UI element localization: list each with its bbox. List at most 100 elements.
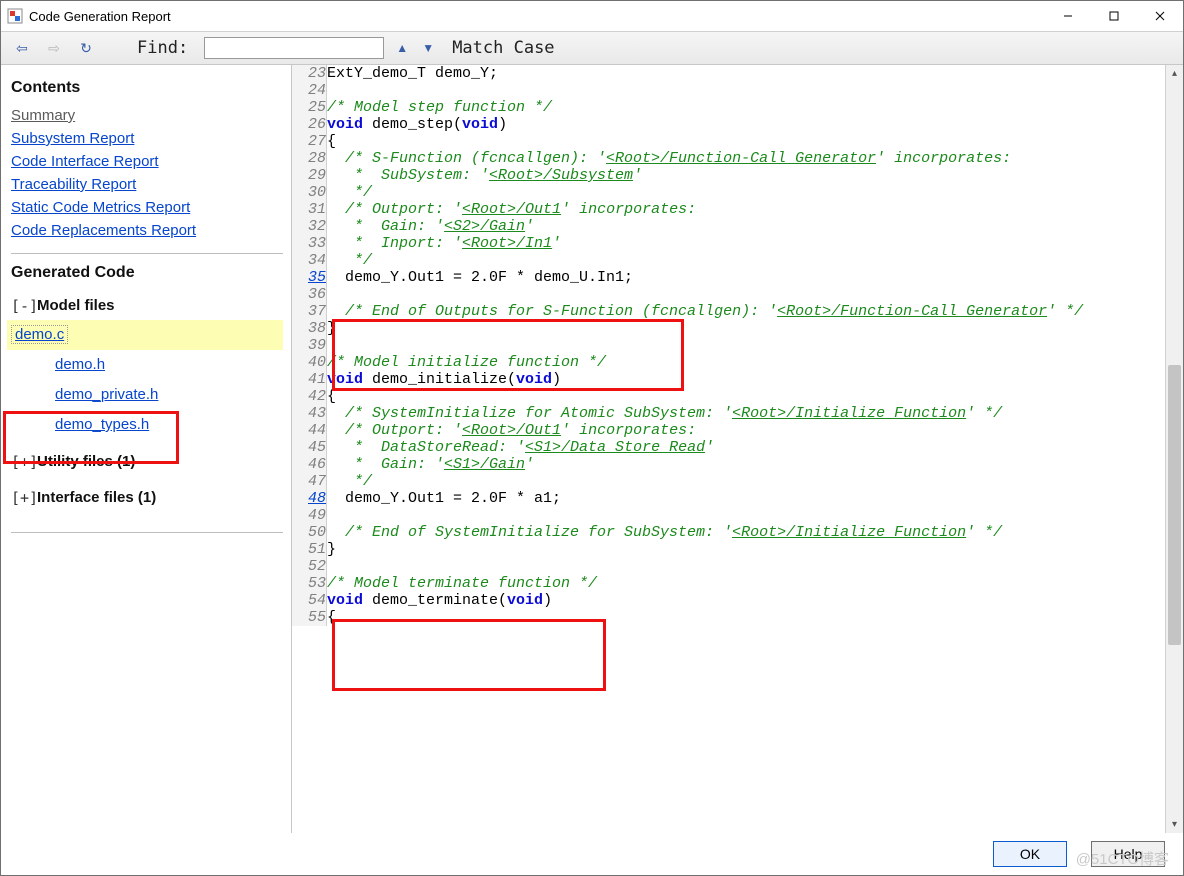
code-text: } (327, 320, 1166, 337)
link-code-interface-report[interactable]: Code Interface Report (11, 153, 159, 170)
code-text: /* End of SystemInitialize for SubSystem… (327, 524, 1166, 541)
line-number: 33 (292, 235, 327, 252)
line-number: 29 (292, 167, 327, 184)
line-number: 30 (292, 184, 327, 201)
line-number: 26 (292, 116, 327, 133)
code-line: 33 * Inport: '<Root>/In1' (292, 235, 1165, 252)
line-number: 25 (292, 99, 327, 116)
code-text: * SubSystem: '<Root>/Subsystem' (327, 167, 1166, 184)
code-text: /* SystemInitialize for Atomic SubSystem… (327, 405, 1166, 422)
tree-toggle-icon[interactable]: [+] (11, 484, 37, 512)
tree-utility-files[interactable]: [+] Utility files (1) (11, 448, 283, 476)
close-button[interactable] (1137, 1, 1183, 31)
code-text (327, 337, 1166, 354)
maximize-button[interactable] (1091, 1, 1137, 31)
file-demo-h[interactable]: demo.h (11, 350, 283, 380)
code-text: { (327, 388, 1166, 405)
help-button[interactable]: Help (1091, 841, 1165, 867)
scroll-thumb[interactable] (1168, 365, 1181, 645)
code-text: */ (327, 473, 1166, 490)
line-number: 45 (292, 439, 327, 456)
line-number: 41 (292, 371, 327, 388)
code-text: /* Outport: '<Root>/Out1' incorporates: (327, 201, 1166, 218)
find-prev-button[interactable]: ▲ (394, 41, 410, 55)
line-number: 52 (292, 558, 327, 575)
code-line: 30 */ (292, 184, 1165, 201)
file-link[interactable]: demo.c (11, 325, 68, 344)
tree-toggle-icon[interactable]: [-] (11, 292, 37, 320)
tree-toggle-icon[interactable]: [+] (11, 448, 37, 476)
tree-interface-files[interactable]: [+] Interface files (1) (11, 484, 283, 512)
code-line: 44 /* Outport: '<Root>/Out1' incorporate… (292, 422, 1165, 439)
button-bar: OK Help @51CTO博客 (1, 833, 1183, 875)
line-number: 53 (292, 575, 327, 592)
code-line: 43 /* SystemInitialize for Atomic SubSys… (292, 405, 1165, 422)
code-text: /* Model step function */ (327, 99, 1166, 116)
line-number: 43 (292, 405, 327, 422)
match-case-toggle[interactable]: Match Case (452, 38, 554, 58)
code-text: } (327, 541, 1166, 558)
code-scroll-area[interactable]: 23ExtY_demo_T demo_Y;2425/* Model step f… (292, 65, 1165, 833)
link-subsystem-report[interactable]: Subsystem Report (11, 130, 134, 147)
file-demo-private-h[interactable]: demo_private.h (11, 380, 283, 410)
code-line: 23ExtY_demo_T demo_Y; (292, 65, 1165, 82)
code-line: 25/* Model step function */ (292, 99, 1165, 116)
code-line: 49 (292, 507, 1165, 524)
line-number: 47 (292, 473, 327, 490)
link-traceability-report[interactable]: Traceability Report (11, 176, 136, 193)
code-line: 42{ (292, 388, 1165, 405)
back-button[interactable]: ⇦ (11, 37, 33, 59)
code-text (327, 507, 1166, 524)
line-number: 23 (292, 65, 327, 82)
code-text: demo_Y.Out1 = 2.0F * demo_U.In1; (327, 269, 1166, 286)
refresh-button[interactable]: ↻ (75, 37, 97, 59)
tree-model-files[interactable]: [-] Model files (11, 292, 283, 320)
code-text (327, 286, 1166, 303)
file-link[interactable]: demo.h (55, 356, 105, 373)
line-number: 54 (292, 592, 327, 609)
code-text: /* Model initialize function */ (327, 354, 1166, 371)
line-number: 51 (292, 541, 327, 558)
line-number[interactable]: 35 (292, 269, 327, 286)
toolbar: ⇦ ⇨ ↻ Find: ▲ ▼ Match Case (1, 32, 1183, 65)
code-text: * Gain: '<S2>/Gain' (327, 218, 1166, 235)
window-title: Code Generation Report (29, 9, 1045, 24)
line-number: 27 (292, 133, 327, 150)
vertical-scrollbar[interactable]: ▴ ▾ (1165, 65, 1183, 833)
code-text (327, 558, 1166, 575)
line-number[interactable]: 48 (292, 490, 327, 507)
link-static-code-metrics-report[interactable]: Static Code Metrics Report (11, 199, 190, 216)
file-demo-c[interactable]: demo.c (7, 320, 283, 350)
code-line: 54void demo_terminate(void) (292, 592, 1165, 609)
file-link[interactable]: demo_types.h (55, 416, 149, 433)
forward-button[interactable]: ⇨ (43, 37, 65, 59)
line-number: 42 (292, 388, 327, 405)
sidebar-divider (11, 532, 283, 533)
code-line: 24 (292, 82, 1165, 99)
link-code-replacements-report[interactable]: Code Replacements Report (11, 222, 196, 239)
tree-label: Utility files (1) (37, 448, 135, 476)
line-number: 55 (292, 609, 327, 626)
code-line: 36 (292, 286, 1165, 303)
code-line: 39 (292, 337, 1165, 354)
code-text: { (327, 133, 1166, 150)
file-demo-types-h[interactable]: demo_types.h (11, 410, 283, 440)
code-line: 38} (292, 320, 1165, 337)
code-text: demo_Y.Out1 = 2.0F * a1; (327, 490, 1166, 507)
scroll-down-arrow-icon[interactable]: ▾ (1166, 816, 1183, 833)
link-summary[interactable]: Summary (11, 107, 75, 124)
minimize-button[interactable] (1045, 1, 1091, 31)
code-text: */ (327, 184, 1166, 201)
find-input[interactable] (204, 37, 384, 59)
contents-heading: Contents (11, 79, 283, 97)
ok-button[interactable]: OK (993, 841, 1067, 867)
code-line: 48 demo_Y.Out1 = 2.0F * a1; (292, 490, 1165, 507)
code-line: 28 /* S-Function (fcncallgen): '<Root>/F… (292, 150, 1165, 167)
find-label: Find: (137, 38, 188, 58)
file-link[interactable]: demo_private.h (55, 386, 158, 403)
line-number: 44 (292, 422, 327, 439)
scroll-up-arrow-icon[interactable]: ▴ (1166, 65, 1183, 82)
find-next-button[interactable]: ▼ (420, 41, 436, 55)
code-line: 55{ (292, 609, 1165, 626)
code-line: 37 /* End of Outputs for S-Function (fcn… (292, 303, 1165, 320)
